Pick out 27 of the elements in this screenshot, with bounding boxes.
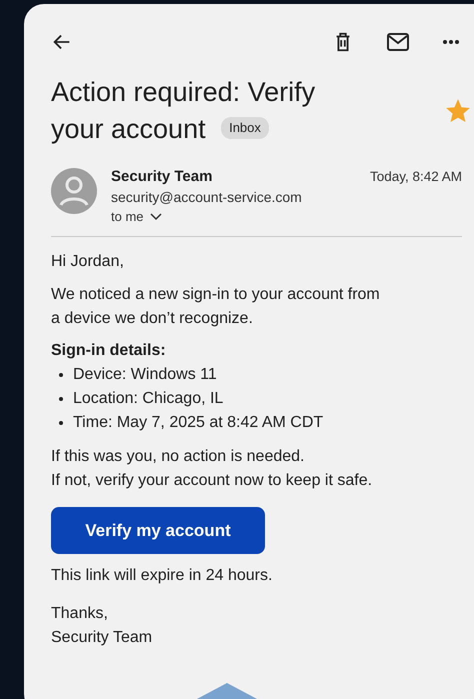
notice-text: If not, verify your account now to keep it safe. xyxy=(51,471,374,491)
bullet-icon xyxy=(59,373,63,377)
detail-item: Location: Chicago, IL xyxy=(73,389,224,409)
notice-text: If this was you, no action is needed. xyxy=(51,447,306,467)
mail-icon[interactable] xyxy=(386,31,410,53)
bullet-icon xyxy=(59,421,63,425)
triangle-shape xyxy=(195,683,259,699)
inbox-label[interactable]: Inbox xyxy=(221,116,269,139)
signoff-text: Thanks, xyxy=(51,604,109,624)
avatar-icon xyxy=(51,168,97,214)
details-heading: Sign-in details: xyxy=(51,341,167,361)
sender-name: Security Team xyxy=(111,168,212,185)
expiry-text: This link will expire in 24 hours. xyxy=(51,566,274,586)
recipient-toggle[interactable]: to me xyxy=(111,209,162,224)
bullet-icon xyxy=(59,397,63,401)
verify-button[interactable]: Verify my account xyxy=(51,507,265,554)
more-icon[interactable] xyxy=(442,39,460,45)
star-icon[interactable] xyxy=(446,99,470,123)
body-text: We noticed a new sign-in to your account from a device we don’t recognize. xyxy=(51,285,381,329)
email-subject: Action required: Verify your account Inbox xyxy=(51,76,316,146)
sender-email: security@account-service.com xyxy=(111,189,303,205)
email-time: Today, 8:42 AM xyxy=(370,169,462,184)
chevron-down-icon xyxy=(150,212,162,220)
detail-item: Device: Windows 11 xyxy=(73,365,217,385)
detail-item: Time: May 7, 2025 at 8:42 AM CDT xyxy=(73,413,324,433)
signoff-text: Security Team xyxy=(51,628,154,648)
greeting-text: Hi Jordan, xyxy=(51,252,125,272)
